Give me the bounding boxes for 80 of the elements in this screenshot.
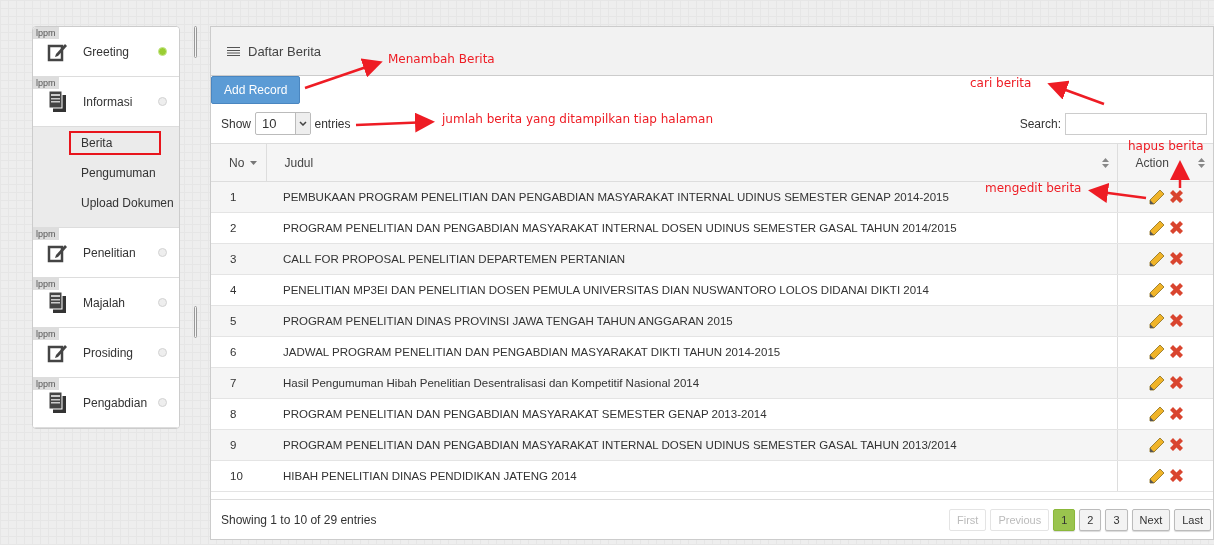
table-cell: CALL FOR PROPOSAL PENELITIAN DEPARTEMEN PERTANIAN [266,243,1117,275]
badge: lppm [33,378,59,390]
sidebar-item[interactable]: lppm Pengabdian [33,378,179,428]
annotation: jumlah berita yang ditampilkan tiap halaman [442,112,713,126]
pencil-icon[interactable] [1147,436,1165,454]
badge: lppm [33,328,59,340]
delete-icon[interactable] [1168,405,1184,421]
pencil-icon[interactable] [1147,405,1165,423]
table-cell: PROGRAM PENELITIAN DAN PENGABDIAN MASYARAKAT SEMESTER GENAP 2013-2014 [266,398,1117,430]
table-cell: 6 [211,336,266,368]
pencil-icon[interactable] [1147,219,1165,237]
badge: lppm [33,228,59,240]
delete-icon[interactable] [1168,436,1184,452]
document-icon [47,89,69,114]
table-cell: 1 [211,181,266,213]
annotation: mengedit berita [985,181,1082,195]
pencil-icon[interactable] [1147,250,1165,268]
page-button[interactable]: 2 [1079,508,1102,531]
page-button[interactable]: 3 [1105,508,1128,531]
page-button[interactable]: Last [1174,508,1211,531]
pencil-icon[interactable] [1147,343,1165,361]
delete-icon[interactable] [1168,467,1184,483]
badge: lppm [33,77,59,89]
pencil-icon[interactable] [1147,188,1165,206]
pencil-icon[interactable] [1147,374,1165,392]
delete-icon[interactable] [1168,343,1184,359]
search-field[interactable] [1065,112,1207,135]
pencil-icon[interactable] [1147,467,1165,485]
submenu-item[interactable]: Pengumuman [69,161,177,185]
delete-icon[interactable] [1168,374,1184,390]
document-icon [47,290,69,315]
chevron-down-icon [298,121,307,126]
delete-icon[interactable] [1168,188,1184,204]
table-cell: 2 [211,212,266,244]
table-cell: JADWAL PROGRAM PENELITIAN DAN PENGABDIAN MASYARAKAT DIKTI TAHUN 2014-2015 [266,336,1117,368]
search-label: Search: [1019,116,1061,131]
table-cell: HIBAH PENELITIAN DINAS PENDIDIKAN JATENG 2014 [266,460,1117,492]
delete-icon[interactable] [1168,312,1184,328]
splitter-handle[interactable] [193,26,197,58]
table-cell: 8 [211,398,266,430]
annotation: cari berita [970,76,1032,90]
sidebar-item[interactable]: lppm Prosiding [33,328,179,378]
column-header[interactable]: Judul [266,143,1117,182]
table-cell: 3 [211,243,266,275]
entries-select[interactable]: 10 [255,112,311,135]
table-cell: 5 [211,305,266,337]
pencil-icon[interactable] [1147,312,1165,330]
submenu-item[interactable]: Upload Dokumen [69,191,177,215]
annotation: Menambah Berita [388,52,495,66]
document-icon [47,390,69,415]
show-label: Show [221,116,252,131]
table-cell: PROGRAM PENELITIAN DAN PENGABDIAN MASYARAKAT INTERNAL DOSEN UDINUS SEMESTER GASAL TAHUN 2013/2014 [266,429,1117,461]
badge: lppm [33,27,59,39]
table-cell: PENELITIAN MP3EI DAN PENELITIAN DOSEN PEMULA UNIVERSITAS DIAN NUSWANTORO LOLOS DIDANAI DIKTI 2014 [266,274,1117,306]
table-cell: 10 [211,460,266,492]
splitter-handle[interactable] [193,306,197,338]
delete-icon[interactable] [1168,281,1184,297]
delete-icon[interactable] [1168,219,1184,235]
badge: lppm [33,278,59,290]
column-header[interactable]: No [211,143,266,182]
sidebar-item[interactable]: lppm Informasi [33,77,179,127]
page-button[interactable]: 1 [1053,508,1076,531]
entries-label: entries [314,116,351,131]
submenu-item[interactable]: Berita [69,131,161,155]
page-button[interactable]: Next [1131,508,1171,531]
sidebar-item[interactable]: lppm Majalah [33,278,179,328]
sidebar-item[interactable]: lppm Greeting [33,27,179,77]
table-info: Showing 1 to 10 of 29 entries [221,512,377,527]
table-cell: 9 [211,429,266,461]
menu-icon [227,46,240,56]
delete-icon[interactable] [1168,250,1184,266]
table-cell: 7 [211,367,266,399]
table-cell: PROGRAM PENELITIAN DAN PENGABDIAN MASYARAKAT INTERNAL DOSEN UDINUS SEMESTER GASAL TAHUN 2014/2015 [266,212,1117,244]
sidebar-item[interactable]: lppm Penelitian [33,228,179,278]
table-cell: PROGRAM PENELITIAN DINAS PROVINSI JAWA TENGAH TAHUN ANGGARAN 2015 [266,305,1117,337]
table-cell: 4 [211,274,266,306]
pencil-icon[interactable] [1147,281,1165,299]
panel-title: Daftar Berita [248,43,321,59]
arrow [1047,80,1105,106]
table-cell: Hasil Pengumuman Hibah Penelitian Desentralisasi dan Kompetitif Nasional 2014 [266,367,1117,399]
